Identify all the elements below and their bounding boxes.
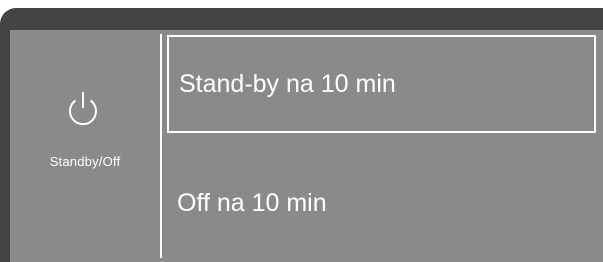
standby-off-panel[interactable]: Standby/Off — [10, 30, 160, 262]
power-label: Standby/Off — [49, 154, 121, 169]
display-screen: Standby/Off Stand-by na 10 min Off na 10… — [10, 30, 603, 262]
device-frame: Standby/Off Stand-by na 10 min Off na 10… — [0, 8, 603, 262]
power-icon — [69, 92, 97, 126]
option-standby-10-min[interactable]: Stand-by na 10 min — [167, 35, 596, 133]
option-off-10-min[interactable]: Off na 10 min — [167, 160, 596, 246]
panel-divider — [160, 34, 162, 258]
option-label: Stand-by na 10 min — [179, 69, 396, 98]
option-label: Off na 10 min — [177, 188, 327, 217]
